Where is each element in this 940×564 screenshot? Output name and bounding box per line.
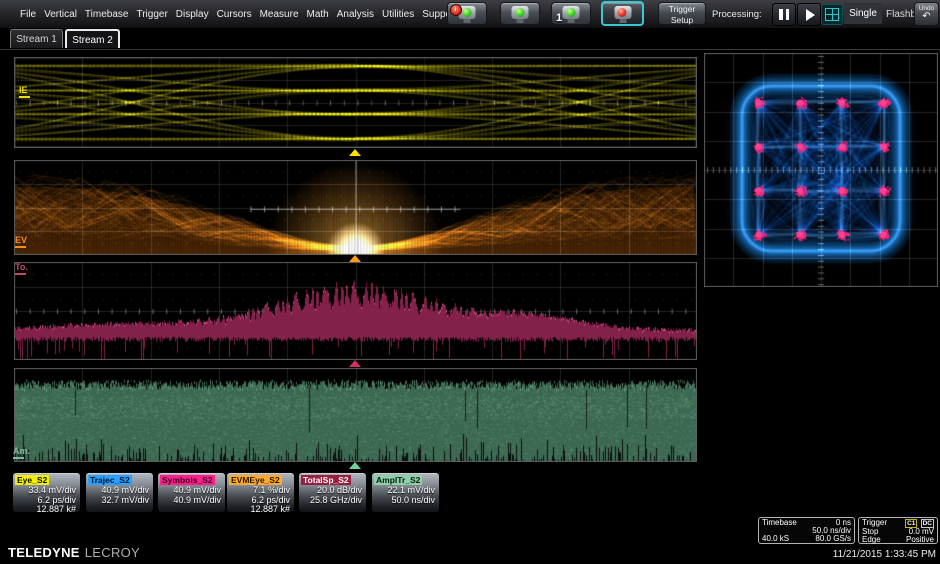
pause-icon — [786, 9, 790, 20]
descriptor-symbols-chip: Symbols_S2 — [160, 475, 215, 485]
display-grid-button[interactable] — [821, 4, 843, 25]
acquisition-mode-label[interactable]: Single — [844, 3, 882, 24]
descriptor-value: 20.0 dB/div — [317, 485, 362, 495]
descriptor-ampltr[interactable]: AmplTr_S2 22.1 mV/div 50.0 ns/div — [371, 472, 440, 513]
spectrum-plot[interactable] — [14, 262, 697, 360]
descriptor-value: 7.1 %/div — [253, 485, 290, 495]
descriptor-eye[interactable]: Eye_S2 33.4 mV/div 6.2 ps/div 12.887 k# — [12, 472, 81, 513]
undo-button[interactable]: Undo ↶ — [914, 2, 939, 26]
constellation-plot[interactable] — [704, 53, 938, 287]
trigger-setup-button[interactable]: Trigger Setup — [658, 2, 706, 25]
single-digit-label: 1 — [556, 12, 562, 24]
descriptor-value: 6.2 ps/div — [37, 495, 76, 505]
descriptor-evmeye-chip: EVMEye_S2 — [229, 475, 282, 485]
descriptor-value: 40.9 mV/div — [173, 485, 221, 495]
play-icon — [806, 9, 815, 21]
menu-file[interactable]: File — [20, 9, 36, 20]
trigger-stop-button[interactable] — [601, 1, 644, 26]
trigger-normal-button[interactable] — [500, 2, 540, 25]
menu-items: File Vertical Timebase Trigger Display C… — [20, 0, 457, 28]
amplitude-trace-label: Am. — [13, 447, 30, 459]
descriptor-value: 22.1 mV/div — [387, 485, 435, 495]
amplitude-plot[interactable] — [14, 368, 697, 462]
menu-utilities[interactable]: Utilities — [382, 9, 414, 20]
menu-vertical[interactable]: Vertical — [44, 9, 77, 20]
play-button[interactable] — [797, 3, 821, 26]
descriptor-value: 6.2 ps/div — [251, 495, 290, 505]
descriptor-value: 33.4 mV/div — [28, 485, 76, 495]
timebase-rate: 80.0 GS/s — [815, 535, 851, 543]
trigger-setup-line2: Setup — [659, 15, 705, 26]
trajectory-trace-label: EV — [15, 236, 27, 248]
menu-trigger[interactable]: Trigger — [136, 9, 167, 20]
pause-icon — [779, 9, 783, 20]
trigger-single-button[interactable]: 1 — [551, 2, 591, 25]
eye-diagram-plot[interactable] — [14, 57, 697, 148]
tab-divider — [0, 49, 940, 50]
processing-label: Processing: — [712, 9, 762, 20]
trigger-box[interactable]: Trigger C1 DC Stop 0.0 mV Edge Positive — [858, 517, 938, 544]
eye-trace-label: IE — [19, 86, 30, 98]
menu-display[interactable]: Display — [176, 9, 209, 20]
pause-button[interactable] — [772, 3, 796, 26]
stop-lamp-icon — [614, 6, 631, 19]
trajectory-trigger-marker[interactable] — [349, 255, 361, 262]
descriptor-symbols[interactable]: Symbols_S2 40.9 mV/div 40.9 mV/div — [157, 472, 226, 513]
timebase-box[interactable]: Timebase 0 ns 50.0 ns/div 40.0 kS 80.0 G… — [758, 517, 855, 544]
auto-clock-icon — [450, 4, 462, 16]
menu-timebase[interactable]: Timebase — [85, 9, 129, 20]
descriptor-trajec[interactable]: Trajec_S2 40.9 mV/div 32.7 mV/div — [85, 472, 154, 513]
descriptor-value: 32.7 mV/div — [101, 495, 149, 505]
timebase-title: Timebase — [762, 519, 797, 527]
tab-stream-1[interactable]: Stream 1 — [10, 29, 63, 48]
normal-lamp-icon — [512, 6, 529, 19]
descriptor-totalsp-chip: TotalSp_S2 — [301, 475, 351, 485]
trigger-slope: Positive — [906, 536, 934, 544]
amplitude-trigger-marker[interactable] — [349, 462, 361, 469]
descriptor-evmeye[interactable]: EVMEye_S2 7.1 %/div 6.2 ps/div 12.887 k# — [226, 472, 295, 513]
spectrum-trigger-marker[interactable] — [349, 360, 361, 367]
menu-analysis[interactable]: Analysis — [337, 9, 374, 20]
descriptor-value: 25.8 GHz/div — [310, 495, 362, 505]
descriptor-trajec-chip: Trajec_S2 — [88, 475, 132, 485]
descriptor-totalsp[interactable]: TotalSp_S2 20.0 dB/div 25.8 GHz/div — [298, 472, 367, 513]
menu-cursors[interactable]: Cursors — [217, 9, 252, 20]
single-lamp-icon — [563, 6, 580, 19]
trigger-auto-button[interactable] — [447, 2, 487, 25]
descriptor-value: 40.9 mV/div — [173, 495, 221, 505]
grid-icon — [825, 8, 839, 21]
tab-stream-2[interactable]: Stream 2 — [65, 29, 120, 48]
spectrum-trace-label: To. — [15, 263, 28, 275]
menu-bar: File Vertical Timebase Trigger Display C… — [0, 0, 940, 29]
undo-arrow-icon: ↶ — [915, 12, 938, 21]
teledyne-lecroy-logo: TELEDYNELECROY — [8, 545, 140, 560]
menu-measure[interactable]: Measure — [260, 9, 299, 20]
timebase-samples: 40.0 kS — [762, 535, 789, 543]
oscilloscope-app: File Vertical Timebase Trigger Display C… — [0, 0, 940, 564]
trigger-setup-line1: Trigger — [659, 4, 705, 15]
descriptor-value: 12.887 k# — [36, 504, 76, 514]
descriptor-ampltr-chip: AmplTr_S2 — [374, 475, 422, 485]
descriptor-eye-chip: Eye_S2 — [15, 475, 49, 485]
menu-math[interactable]: Math — [307, 9, 329, 20]
eye-trigger-marker[interactable] — [349, 149, 361, 156]
trigger-type: Edge — [862, 536, 881, 544]
trajectory-plot[interactable] — [14, 160, 697, 255]
descriptor-value: 12.887 k# — [250, 504, 290, 514]
datetime-label: 11/21/2015 1:33:45 PM — [833, 549, 936, 560]
descriptor-value: 40.9 mV/div — [101, 485, 149, 495]
descriptor-value: 50.0 ns/div — [391, 495, 435, 505]
